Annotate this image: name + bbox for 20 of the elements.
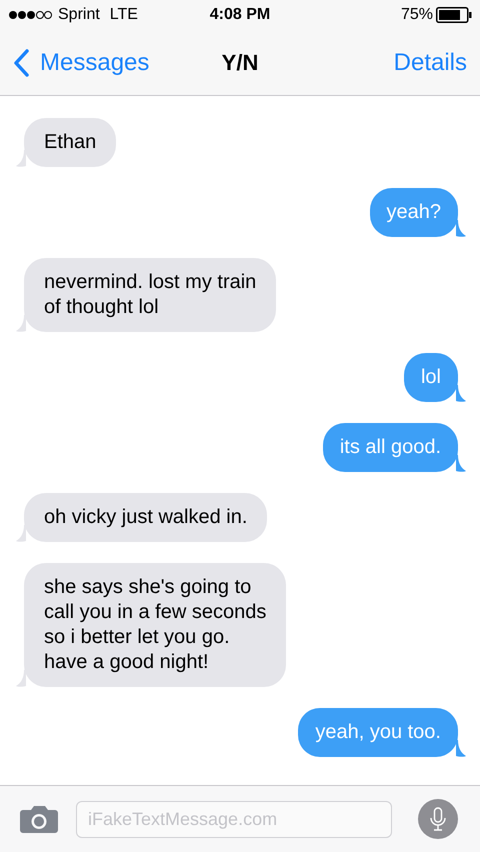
battery-percent: 75%	[400, 6, 433, 24]
battery-icon	[436, 7, 472, 23]
network-type: LTE	[110, 6, 138, 24]
conversation-title: Y/N	[222, 50, 258, 76]
back-button[interactable]: Messages	[12, 48, 150, 78]
bubble-tail	[16, 525, 26, 542]
bubble-tail	[456, 385, 466, 402]
details-link[interactable]: Details	[394, 48, 467, 76]
chevron-icon	[12, 48, 30, 78]
microphone-button[interactable]	[418, 799, 458, 839]
bubble-tail	[16, 150, 26, 167]
clock-time: 4:08 PM	[210, 6, 270, 24]
bubble-tail	[456, 455, 466, 472]
bubble-tail	[16, 670, 26, 687]
signal-icon	[8, 10, 52, 20]
camera-icon[interactable]	[19, 804, 59, 834]
bubble-tail	[16, 315, 26, 332]
carrier-name: Sprint	[58, 6, 100, 24]
bubble-tail	[456, 740, 466, 757]
bubble-tail	[456, 220, 466, 237]
